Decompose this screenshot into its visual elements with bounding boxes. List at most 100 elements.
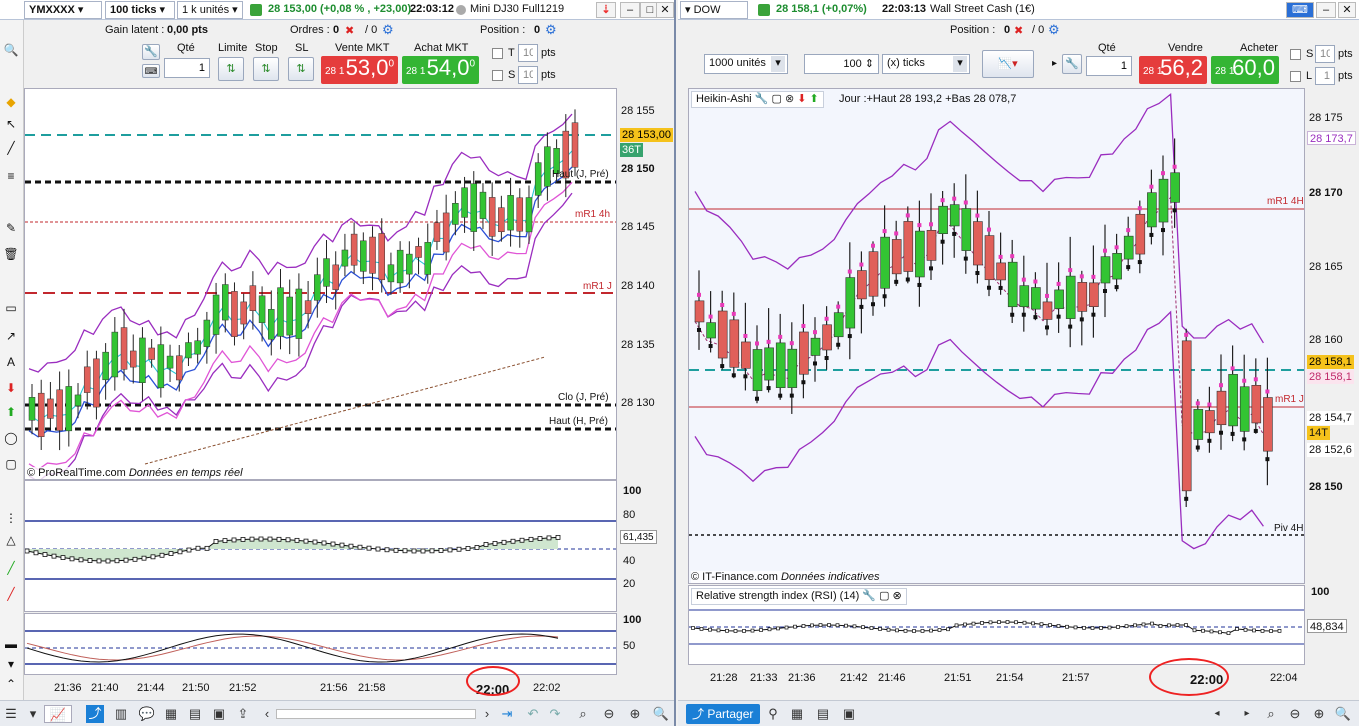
indicator-icon[interactable]: ▦ [788, 705, 806, 723]
share-button[interactable]: ⤴ Partager [686, 704, 760, 724]
line-tool-icon[interactable]: ╱ [3, 140, 19, 156]
symbol-selector[interactable]: ▾ DOW [680, 1, 748, 19]
rectangle-icon[interactable]: ▭ [3, 300, 19, 316]
minimize-button[interactable]: – [1316, 2, 1336, 18]
s-checkbox[interactable] [1290, 49, 1301, 60]
keyboard-icon[interactable]: ⌨ [142, 64, 160, 78]
symbol-selector[interactable]: YMXXXX ▾ [24, 1, 102, 19]
right-price-chart[interactable]: Heikin-Ashi 🔧 ▢ ⊗ ⬇ ⬆ Jour :+Haut 28 193… [688, 88, 1305, 584]
units-selector[interactable]: 1 k unités ▾ [177, 1, 243, 19]
ticks-stepper[interactable]: 100 ⇕ [804, 54, 879, 74]
wrench-icon[interactable]: 🔧 [1062, 54, 1082, 74]
hline-tool-icon[interactable]: ≡ [3, 168, 19, 184]
stop-order-icon[interactable]: ⇅ [253, 57, 279, 81]
scroll-left-icon[interactable]: ‹ [258, 705, 276, 723]
pin-icon[interactable]: ⇣ [596, 2, 616, 18]
indicator-icon[interactable]: ▦ [162, 705, 180, 723]
s-points-input[interactable] [518, 66, 538, 84]
settings-icon[interactable]: 🔧 [755, 93, 769, 105]
minus-icon[interactable]: ▬ [3, 636, 19, 652]
export-icon[interactable]: ⇪ [234, 705, 252, 723]
image-icon[interactable]: ▣ [210, 705, 228, 723]
scroll-left-icon[interactable]: ◂ [1208, 705, 1226, 723]
position-cancel-icon[interactable]: ✖ [1014, 24, 1023, 37]
qty-input[interactable] [164, 58, 210, 78]
chart-type-icon[interactable]: 📈 [44, 705, 72, 723]
collapse-arrow-icon[interactable]: ▸ [1052, 58, 1057, 69]
move-down-icon[interactable]: ⬇ [797, 93, 806, 105]
alert-icon[interactable]: ◆ [3, 94, 19, 110]
zoom-in-icon[interactable]: ⊕ [1310, 705, 1328, 723]
cursor-icon[interactable]: ↖ [3, 116, 19, 132]
buy-market-button[interactable]: 28 1 54,00 [402, 55, 479, 84]
scroll-right-icon[interactable]: ▸ [1238, 705, 1256, 723]
l-points-input[interactable] [1315, 67, 1335, 85]
buy-button[interactable]: 28 1 60,0 [1211, 55, 1279, 84]
template-icon[interactable]: ▤ [186, 705, 204, 723]
image-icon[interactable]: ▣ [840, 705, 858, 723]
box-tool-icon[interactable]: ▢ [3, 456, 19, 472]
wrench-icon[interactable]: 🔧 [142, 44, 160, 60]
search-icon[interactable]: 🔍 [1334, 705, 1352, 723]
template-icon[interactable]: ▤ [814, 705, 832, 723]
s-checkbox[interactable] [492, 70, 503, 81]
search-icon[interactable]: 🔍 [652, 705, 670, 723]
trash-icon[interactable]: 🗑 [3, 246, 19, 262]
redo-icon[interactable]: ↷ [546, 705, 564, 723]
stop-loss-icon[interactable]: ⇅ [288, 57, 314, 81]
zoom-in-icon[interactable]: ⊕ [626, 705, 644, 723]
left-oscillator-2[interactable] [24, 613, 617, 675]
share-icon[interactable]: ⤴ [86, 705, 104, 723]
settings-icon[interactable]: 🔧 [862, 590, 876, 602]
window-icon[interactable]: ▢ [771, 93, 781, 105]
layout-icon[interactable]: ▥ [112, 705, 130, 723]
arrow-tool-icon[interactable]: ↗ [3, 328, 19, 344]
left-price-chart[interactable]: Haut (J, Pré) mR1 4h mR1 J Clo (J, Pré) … [24, 88, 617, 480]
horizontal-scrollbar[interactable] [276, 709, 476, 719]
collapse-icon[interactable]: ▾ [24, 705, 42, 723]
collapse-icon[interactable]: ▾ [3, 656, 19, 672]
circle-tool-icon[interactable]: ◯ [3, 430, 19, 446]
up-arrow-icon[interactable]: ⬆ [3, 404, 19, 420]
ticks-unit-selector[interactable]: (x) ticks ▾ [882, 54, 970, 74]
t-checkbox[interactable] [492, 48, 503, 59]
menu-icon[interactable]: ☰ [2, 705, 20, 723]
trend-green-icon[interactable]: ╱ [3, 560, 19, 576]
zoom-fit-icon[interactable]: ⌕ [574, 705, 592, 723]
units-selector[interactable]: 1000 unités ▾ [704, 54, 788, 74]
close-button[interactable]: ✕ [1338, 2, 1356, 18]
text-tool-icon[interactable]: A [3, 354, 19, 370]
orders-cancel-icon[interactable]: ✖ [345, 24, 354, 37]
limit-order-icon[interactable]: ⇅ [218, 57, 244, 81]
gear-icon[interactable]: ⚙ [382, 22, 394, 38]
zoom-out-icon[interactable]: ⊖ [1286, 705, 1304, 723]
zoom-out-icon[interactable]: ⊖ [600, 705, 618, 723]
down-arrow-icon[interactable]: ⬇ [3, 380, 19, 396]
sell-market-button[interactable]: 28 1 53,00 [321, 55, 398, 84]
position-gear-icon[interactable]: ⚙ [545, 22, 557, 38]
chart-style-selector[interactable]: 📉▾ [982, 50, 1034, 78]
scroll-end-icon[interactable]: ⇥ [498, 705, 516, 723]
chevron-up-icon[interactable]: ⌃ [3, 676, 19, 692]
rsi-panel[interactable]: Relative strength index (RSI) (14) 🔧 ▢ ⊗ [688, 585, 1305, 665]
comment-icon[interactable]: 💬 [138, 705, 156, 723]
close-button[interactable]: ✕ [656, 2, 674, 18]
zoom-fit-icon[interactable]: ⌕ [1262, 705, 1280, 723]
pencil-icon[interactable]: ✎ [3, 220, 19, 236]
move-up-icon[interactable]: ⬆ [810, 93, 819, 105]
trend-red-icon[interactable]: ╱ [3, 586, 19, 602]
close-indicator-icon[interactable]: ⊗ [893, 590, 902, 602]
scroll-right-icon[interactable]: › [478, 705, 496, 723]
qty-input[interactable] [1086, 56, 1132, 76]
undo-icon[interactable]: ↶ [524, 705, 542, 723]
sell-button[interactable]: 28 1 56,2 [1139, 55, 1207, 84]
left-oscillator-1[interactable] [24, 480, 617, 612]
minimize-button[interactable]: – [620, 2, 640, 18]
gear-icon[interactable]: ⚙ [1048, 22, 1060, 38]
t-points-input[interactable] [518, 44, 538, 62]
close-indicator-icon[interactable]: ⊗ [785, 93, 794, 105]
l-checkbox[interactable] [1290, 71, 1301, 82]
window-icon[interactable]: ▢ [879, 590, 889, 602]
pin-icon[interactable]: ⚲ [764, 705, 782, 723]
keyboard-icon[interactable]: ⌨ [1286, 2, 1314, 18]
